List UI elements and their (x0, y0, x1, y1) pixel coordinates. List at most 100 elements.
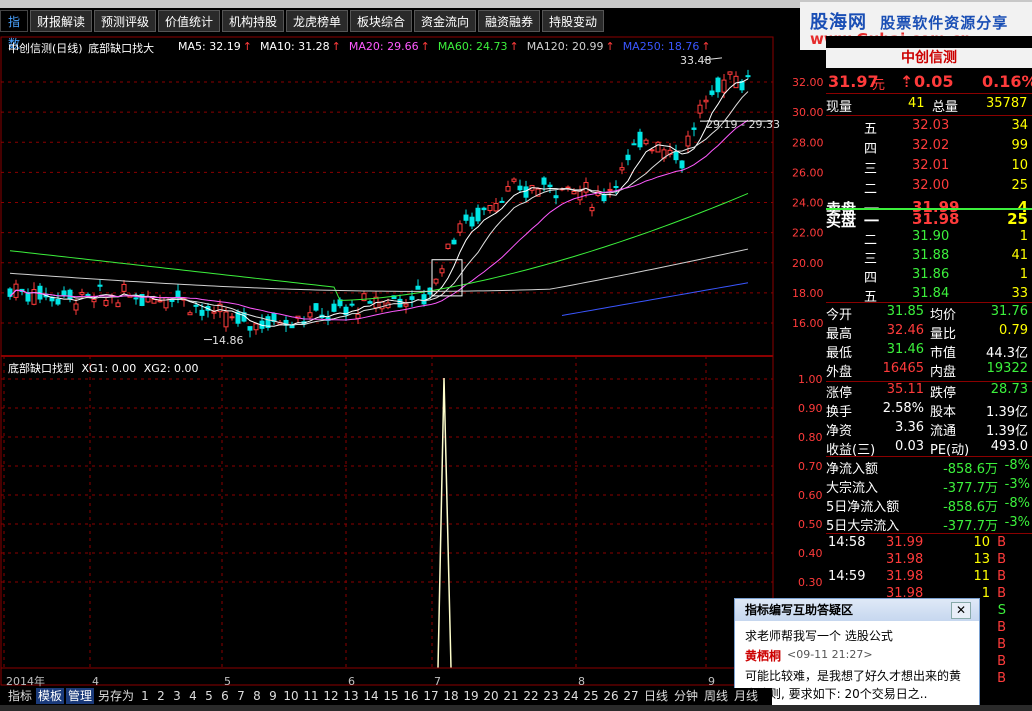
quote-price-unit: 元 (872, 78, 886, 93)
bottom-tab-30[interactable]: 27 (622, 688, 640, 704)
ma10-line (9, 91, 749, 326)
bottom-tab-8[interactable]: 5 (202, 688, 216, 704)
bottom-tab-11[interactable]: 8 (250, 688, 264, 704)
bottom-tab-22[interactable]: 19 (462, 688, 480, 704)
stat-value: 35.11 (886, 382, 924, 397)
bottom-tab-18[interactable]: 15 (382, 688, 400, 704)
tick-direction: B (997, 569, 1006, 584)
up-arrow-icon: ↑ (242, 40, 252, 53)
bottom-tab-33[interactable]: 周线 (702, 688, 730, 704)
candle-body (169, 299, 175, 302)
bottom-tab-26[interactable]: 23 (542, 688, 560, 704)
bottom-tab-24[interactable]: 21 (502, 688, 520, 704)
candle-body (103, 299, 109, 306)
sell-price: 32.03 (912, 118, 950, 133)
price-tick-label: 24.00 (792, 197, 824, 210)
tab-3[interactable]: 价值统计 (158, 10, 220, 32)
sub-tick-label: 0.70 (798, 460, 823, 473)
quote-price-row: 31.97 元 ⇡ 0.05 0.16% (826, 72, 1032, 93)
tab-7[interactable]: 资金流向 (414, 10, 476, 32)
bottom-tab-14[interactable]: 11 (302, 688, 320, 704)
stat-value: 0.79 (999, 323, 1028, 338)
sell-volume: 10 (1011, 158, 1028, 173)
stat-value: 28.73 (990, 382, 1028, 397)
candle-body (565, 186, 571, 189)
bottom-tab-2[interactable]: 管理 (66, 688, 94, 704)
flow-row: 净流入额 -858.6万 -8% (826, 458, 1032, 477)
flow-key: 净流入额 (826, 462, 879, 477)
sell-price: 32.00 (912, 178, 950, 193)
tick-direction: B (997, 552, 1006, 567)
tab-9[interactable]: 持股变动 (542, 10, 604, 32)
bottom-tab-0[interactable]: 指标 (6, 688, 34, 704)
bottom-tab-23[interactable]: 20 (482, 688, 500, 704)
bottom-tab-32[interactable]: 分钟 (672, 688, 700, 704)
up-arrow-icon: ↑ (701, 40, 711, 53)
bottom-tab-27[interactable]: 24 (562, 688, 580, 704)
divider (826, 533, 1032, 534)
tick-direction: B (997, 586, 1006, 601)
candle-body (679, 160, 685, 169)
bottom-tab-1[interactable]: 模板 (36, 688, 64, 704)
bottom-tab-25[interactable]: 22 (522, 688, 540, 704)
popup-user[interactable]: 黄栖桐 (745, 647, 781, 664)
candle-body (199, 309, 205, 316)
bottom-tab-7[interactable]: 4 (186, 688, 200, 704)
sell-level: 三 (864, 162, 878, 177)
tab-4[interactable]: 机构持股 (222, 10, 284, 32)
xg1-value: XG1: 0.00 (81, 362, 137, 375)
candle-body (379, 301, 385, 310)
x-axis-label: 7 (434, 675, 441, 688)
candle-body (691, 127, 697, 130)
bottom-tab-28[interactable]: 25 (582, 688, 600, 704)
level-label: 29.19 - 29.33 (706, 118, 780, 131)
candle-body (511, 178, 517, 182)
bottom-tab-34[interactable]: 月线 (732, 688, 760, 704)
candle-body (151, 298, 157, 304)
tab-2[interactable]: 预测评级 (94, 10, 156, 32)
bottom-tab-19[interactable]: 16 (402, 688, 420, 704)
tab-5[interactable]: 龙虎榜单 (286, 10, 348, 32)
candle-body (73, 303, 79, 311)
bottom-tab-13[interactable]: 10 (282, 688, 300, 704)
bottom-tab-9[interactable]: 6 (218, 688, 232, 704)
candle-body (625, 154, 631, 161)
bottom-tab-20[interactable]: 17 (422, 688, 440, 704)
sub-tick-label: 0.90 (798, 402, 823, 415)
tick-direction: B (997, 535, 1006, 550)
stat-value: 31.76 (990, 304, 1028, 319)
tab-0[interactable]: 指数 (0, 10, 28, 51)
bottom-tab-31[interactable]: 日线 (642, 688, 670, 704)
candle-body (457, 223, 463, 233)
candle-body (403, 303, 409, 307)
bottom-tab-6[interactable]: 3 (170, 688, 184, 704)
price-tick-label: 32.00 (792, 76, 824, 89)
candle-body (193, 304, 199, 307)
candle-body (517, 185, 523, 191)
candle-body (79, 291, 85, 295)
bottom-tab-4[interactable]: 1 (138, 688, 152, 704)
up-arrow-icon: ↑ (331, 40, 341, 53)
candle-body (709, 90, 715, 95)
bottom-tab-3[interactable]: 另存为 (96, 688, 136, 704)
candle-body (745, 75, 751, 78)
bottom-tab-16[interactable]: 13 (342, 688, 360, 704)
sell-volume: 99 (1011, 138, 1028, 153)
tab-8[interactable]: 融资融券 (478, 10, 540, 32)
candle-body (463, 214, 469, 221)
bottom-tab-5[interactable]: 2 (154, 688, 168, 704)
bottom-tab-29[interactable]: 26 (602, 688, 620, 704)
bottom-tab-17[interactable]: 14 (362, 688, 380, 704)
stat-key: 外盘 (826, 365, 853, 380)
up-arrow-icon: ↑ (420, 40, 430, 53)
candle-body (163, 297, 169, 309)
stat-row: 外盘 16465 内盘 19322 (826, 361, 1032, 380)
bottom-tab-15[interactable]: 12 (322, 688, 340, 704)
ma60-line (9, 193, 749, 301)
bottom-tab-21[interactable]: 18 (442, 688, 460, 704)
tab-6[interactable]: 板块综合 (350, 10, 412, 32)
bottom-tab-10[interactable]: 7 (234, 688, 248, 704)
tab-1[interactable]: 财报解读 (30, 10, 92, 32)
bottom-tab-12[interactable]: 9 (266, 688, 280, 704)
stat-key: 跌停 (930, 386, 957, 401)
